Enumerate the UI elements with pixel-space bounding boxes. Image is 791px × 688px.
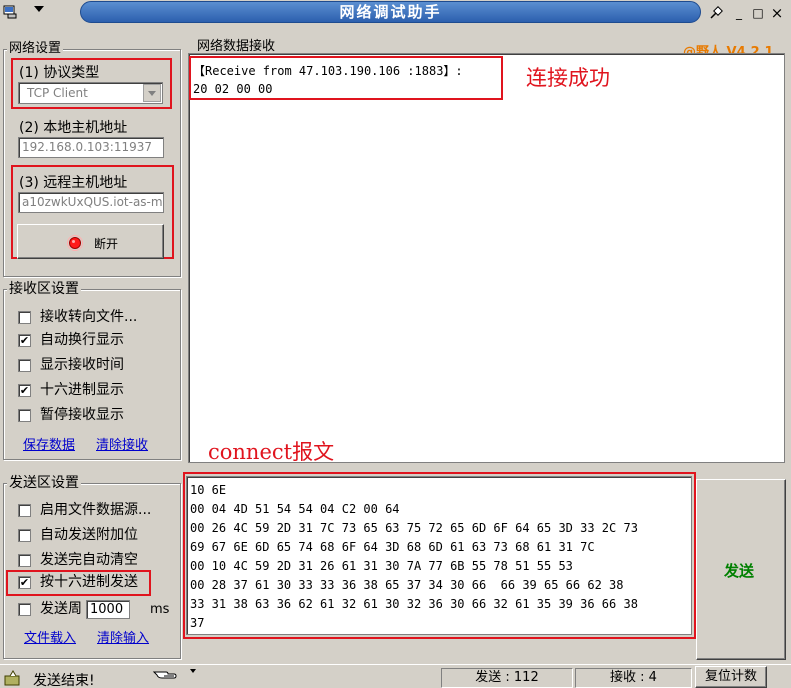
auto-clear-checkbox[interactable] (18, 554, 31, 567)
send-line: 00 04 4D 51 54 54 04 C2 00 64 (190, 502, 400, 516)
file-source-label: 启用文件数据源... (40, 502, 152, 518)
auto-wrap-checkbox[interactable]: ✔ (18, 334, 31, 347)
recv-to-file-checkbox[interactable] (18, 311, 31, 324)
disconnect-button[interactable]: 断开 (17, 224, 164, 259)
send-line: 00 26 4C 59 2D 31 7C 73 65 63 75 72 65 6… (190, 521, 638, 535)
save-data-link[interactable]: 保存数据 (23, 438, 75, 454)
maximize-button[interactable]: □ (750, 6, 766, 20)
send-line: 00 10 4C 59 2D 31 26 61 31 30 7A 77 6B 5… (190, 559, 573, 573)
local-address-field[interactable]: 192.168.0.103:11937 (18, 137, 164, 158)
auto-clear-label: 发送完自动清空 (40, 552, 138, 568)
send-textarea[interactable]: 10 6E 00 04 4D 51 54 54 04 C2 00 64 00 2… (186, 476, 692, 635)
receive-textarea[interactable] (188, 53, 785, 463)
show-recv-time-label: 显示接收时间 (40, 357, 124, 373)
receive-line-data: 20 02 00 00 (193, 82, 273, 96)
recv-to-file-label: 接收转向文件... (40, 309, 138, 325)
net-settings-title: 网络设置 (7, 41, 64, 56)
app-icon[interactable] (3, 4, 19, 20)
load-file-link[interactable]: 文件载入 (24, 631, 76, 647)
sent-count: 发送 : 112 (441, 668, 573, 688)
annotation-connect-success: 连接成功 (526, 66, 610, 90)
send-settings-title: 发送区设置 (7, 475, 81, 491)
local-address-label: (2) 本地主机地址 (19, 120, 128, 136)
send-line: 10 6E (190, 483, 227, 497)
hex-display-label: 十六进制显示 (40, 382, 124, 398)
status-icon (4, 670, 20, 686)
receive-area-title: 网络数据接收 (195, 39, 278, 54)
chevron-down-icon (148, 91, 156, 96)
window-title: 网络调试助手 (80, 1, 701, 23)
protocol-dropdown-button[interactable] (143, 84, 161, 102)
reset-count-button[interactable]: 复位计数 (695, 666, 767, 688)
auto-append-label: 自动发送附加位 (40, 527, 138, 543)
pin-icon[interactable] (708, 5, 724, 21)
remote-address-label: (3) 远程主机地址 (19, 175, 128, 191)
send-period-field[interactable]: 1000 (86, 600, 130, 619)
recv-count: 接收 : 4 (575, 668, 692, 688)
send-period-label: 发送周 (40, 601, 82, 617)
hex-display-checkbox[interactable]: ✔ (18, 384, 31, 397)
send-line: 00 28 37 61 30 33 33 36 38 65 37 34 30 6… (190, 578, 624, 592)
connection-status-icon (67, 235, 83, 251)
minimize-button[interactable]: _ (731, 6, 747, 20)
send-line: 33 31 38 63 36 62 61 32 61 30 32 36 30 6… (190, 597, 638, 611)
auto-wrap-label: 自动换行显示 (40, 332, 124, 348)
close-button[interactable]: × (769, 6, 785, 21)
auto-append-checkbox[interactable] (18, 529, 31, 542)
protocol-select[interactable]: TCP Client (18, 82, 163, 104)
chevron-down-icon[interactable] (34, 6, 44, 12)
pointing-hand-icon (152, 671, 177, 679)
hex-send-label: 按十六进制发送 (40, 574, 138, 590)
title-bar[interactable]: 网络调试助手 _ □ × (0, 0, 791, 24)
send-period-checkbox[interactable] (18, 603, 31, 616)
send-button-label: 发送 (724, 562, 755, 580)
receive-line-header: 【Receive from 47.103.190.106 :1883】: (193, 64, 463, 78)
pause-display-label: 暂停接收显示 (40, 407, 124, 423)
clear-receive-link[interactable]: 清除接收 (96, 438, 148, 454)
hex-send-checkbox[interactable]: ✔ (18, 576, 31, 589)
annotation-connect-packet: connect报文 (208, 440, 335, 464)
clear-input-link[interactable]: 清除输入 (97, 631, 149, 647)
send-line: 37 (190, 616, 205, 630)
show-recv-time-checkbox[interactable] (18, 359, 31, 372)
send-line: 69 67 6E 6D 65 74 68 6F 64 3D 68 6D 61 6… (190, 540, 595, 554)
disconnect-label: 断开 (94, 237, 119, 251)
protocol-value: TCP Client (27, 86, 88, 100)
status-message: 发送结束! (33, 673, 95, 688)
send-button[interactable]: 发送 (696, 479, 786, 660)
file-source-checkbox[interactable] (18, 504, 31, 517)
protocol-label: (1) 协议类型 (19, 65, 100, 81)
pause-display-checkbox[interactable] (18, 409, 31, 422)
chevron-down-icon[interactable] (190, 669, 196, 673)
recv-settings-title: 接收区设置 (7, 281, 81, 297)
send-period-unit: ms (150, 602, 170, 617)
remote-address-field[interactable]: a10zwkUxQUS.iot-as-mqtt (18, 192, 164, 213)
